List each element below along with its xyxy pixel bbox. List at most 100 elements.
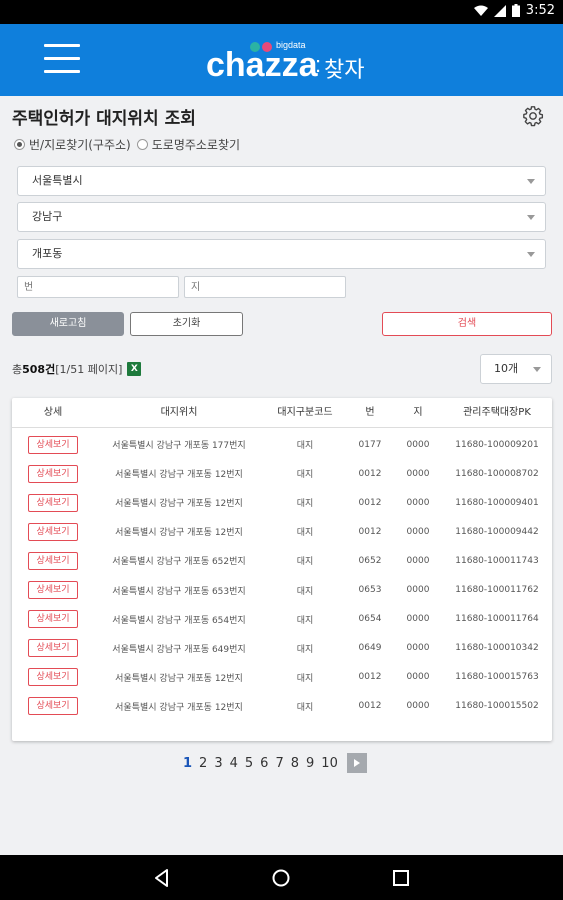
pk-cell: 11680-100011764 bbox=[455, 614, 539, 625]
location-cell: 서울특별시 강남구 개포동 652번지 bbox=[112, 557, 246, 568]
table-row: 상세보기 서울특별시 강남구 개포동 12번지 대지 0012 0000 11680-10… bbox=[12, 459, 552, 488]
detail-cell: 상세보기 bbox=[12, 551, 94, 570]
radio-road-address-label[interactable]: 도로명주소로찾기 bbox=[152, 136, 240, 153]
page-info: [1/51 페이지] bbox=[55, 363, 123, 376]
chevron-down-icon bbox=[527, 215, 535, 220]
detail-button[interactable]: 상세보기 bbox=[28, 639, 78, 658]
bun-input[interactable] bbox=[17, 276, 179, 298]
pk-cell: 11680-100009401 bbox=[455, 497, 539, 508]
detail-cell: 상세보기 bbox=[12, 668, 94, 687]
detail-cell: 상세보기 bbox=[12, 697, 94, 716]
detail-button[interactable]: 상세보기 bbox=[28, 435, 78, 454]
code-cell: 대지 bbox=[296, 673, 314, 684]
page-link-1[interactable]: 1 bbox=[183, 756, 192, 771]
next-arrow-icon bbox=[353, 759, 360, 767]
detail-button[interactable]: 상세보기 bbox=[28, 610, 78, 629]
detail-button[interactable]: 상세보기 bbox=[28, 522, 78, 541]
bun-cell: 0012 bbox=[358, 701, 382, 712]
detail-cell: 상세보기 bbox=[12, 610, 94, 629]
ji-cell: 0000 bbox=[406, 497, 430, 508]
city-select[interactable]: 서울특별시 bbox=[17, 166, 546, 196]
chevron-down-icon bbox=[527, 179, 535, 184]
col-header-ji: 지 bbox=[413, 407, 423, 418]
detail-button[interactable]: 상세보기 bbox=[28, 551, 78, 570]
pk-cell: 11680-100009201 bbox=[455, 439, 539, 450]
page-link-5[interactable]: 5 bbox=[245, 756, 253, 771]
refresh-button[interactable]: 새로고침 bbox=[12, 312, 124, 336]
detail-cell: 상세보기 bbox=[12, 639, 94, 658]
ji-cell: 0000 bbox=[406, 672, 430, 683]
detail-button[interactable]: 상세보기 bbox=[28, 697, 78, 716]
radio-road-address[interactable] bbox=[136, 139, 148, 150]
back-icon[interactable] bbox=[151, 867, 173, 889]
page-size-select[interactable]: 10개 bbox=[480, 354, 552, 384]
bun-cell: 0177 bbox=[358, 439, 382, 450]
excel-download-icon[interactable]: X bbox=[127, 362, 142, 376]
bun-cell: 0012 bbox=[358, 468, 382, 479]
detail-cell: 상세보기 bbox=[12, 464, 94, 483]
page-link-3[interactable]: 3 bbox=[214, 756, 222, 771]
code-cell: 대지 bbox=[296, 644, 314, 655]
ji-input[interactable] bbox=[184, 276, 346, 298]
ji-cell: 0000 bbox=[406, 468, 430, 479]
detail-button[interactable]: 상세보기 bbox=[28, 668, 78, 687]
location-cell: 서울특별시 강남구 개포동 12번지 bbox=[115, 528, 243, 539]
reset-button[interactable]: 초기화 bbox=[130, 312, 243, 336]
recents-icon[interactable] bbox=[390, 867, 412, 889]
chevron-down-icon bbox=[533, 367, 541, 372]
table-row: 상세보기 서울특별시 강남구 개포동 177번지 대지 0177 0000 11680-1… bbox=[12, 430, 552, 459]
location-cell: 서울특별시 강남구 개포동 12번지 bbox=[115, 499, 243, 510]
home-icon[interactable] bbox=[270, 867, 292, 889]
location-cell: 서울특별시 강남구 개포동 177번지 bbox=[112, 441, 246, 451]
pk-cell: 11680-100009442 bbox=[455, 526, 539, 537]
page-link-6[interactable]: 6 bbox=[260, 756, 268, 771]
page-link-9[interactable]: 9 bbox=[306, 756, 314, 771]
results-table: 상세 대지위치 대지구분코드 번 지 관리주택대장PK 상세보기 서울특별시 강남… bbox=[12, 398, 552, 741]
gear-icon[interactable] bbox=[522, 105, 544, 127]
page-title: 주택인허가 대지위치 조회 bbox=[12, 109, 196, 129]
detail-button[interactable]: 상세보기 bbox=[28, 493, 78, 512]
detail-cell: 상세보기 bbox=[12, 435, 94, 454]
page-link-4[interactable]: 4 bbox=[230, 756, 238, 771]
page-link-8[interactable]: 8 bbox=[291, 756, 299, 771]
detail-cell: 상세보기 bbox=[12, 522, 94, 541]
wifi-icon bbox=[473, 5, 488, 16]
chevron-down-icon bbox=[527, 252, 535, 257]
page-link-2[interactable]: 2 bbox=[199, 756, 207, 771]
logo-separator: : bbox=[315, 52, 322, 77]
dong-select[interactable]: 개포동 bbox=[17, 239, 546, 269]
search-button[interactable]: 검색 bbox=[382, 312, 552, 336]
detail-button[interactable]: 상세보기 bbox=[28, 464, 78, 483]
logo-main-text: chazza bbox=[206, 46, 318, 84]
col-header-bun: 번 bbox=[365, 407, 375, 418]
detail-cell: 상세보기 bbox=[12, 581, 94, 599]
next-page-button[interactable] bbox=[346, 753, 367, 773]
page-link-7[interactable]: 7 bbox=[275, 756, 283, 771]
location-cell: 서울특별시 강남구 개포동 653번지 bbox=[112, 586, 246, 597]
bun-cell: 0653 bbox=[358, 585, 382, 595]
dong-select-value: 개포동 bbox=[32, 247, 63, 260]
pk-cell: 11680-100015502 bbox=[455, 701, 539, 712]
status-icons: 3:52 bbox=[473, 3, 555, 18]
bun-cell: 0654 bbox=[358, 614, 382, 625]
pk-cell: 11680-100010342 bbox=[455, 643, 539, 654]
code-cell: 대지 bbox=[296, 615, 314, 626]
district-select[interactable]: 강남구 bbox=[17, 202, 546, 232]
pk-cell: 11680-100015763 bbox=[455, 672, 539, 683]
location-cell: 서울특별시 강남구 개포동 649번지 bbox=[112, 644, 246, 655]
table-row: 상세보기 서울특별시 강남구 개포동 653번지 대지 0653 0000 11680-1… bbox=[12, 576, 552, 605]
menu-icon[interactable] bbox=[44, 44, 80, 76]
radio-jibun-label[interactable]: 번/지로찾기(구주소) bbox=[29, 136, 131, 153]
ji-cell: 0000 bbox=[406, 555, 430, 566]
code-cell: 대지 bbox=[296, 557, 314, 568]
location-cell: 서울특별시 강남구 개포동 12번지 bbox=[115, 470, 243, 481]
page-link-10[interactable]: 10 bbox=[321, 756, 338, 771]
code-cell: 대지 bbox=[296, 702, 314, 713]
table-row: 상세보기 서울특별시 강남구 개포동 12번지 대지 0012 0000 11680-10… bbox=[12, 488, 552, 517]
col-header-detail: 상세 bbox=[43, 407, 63, 418]
radio-jibun[interactable] bbox=[14, 139, 25, 150]
detail-cell: 상세보기 bbox=[12, 493, 94, 512]
ji-cell: 0000 bbox=[406, 701, 430, 712]
detail-button[interactable]: 상세보기 bbox=[28, 581, 78, 599]
pagination: 1 2 3 4 5 6 7 8 9 10 bbox=[183, 753, 367, 773]
